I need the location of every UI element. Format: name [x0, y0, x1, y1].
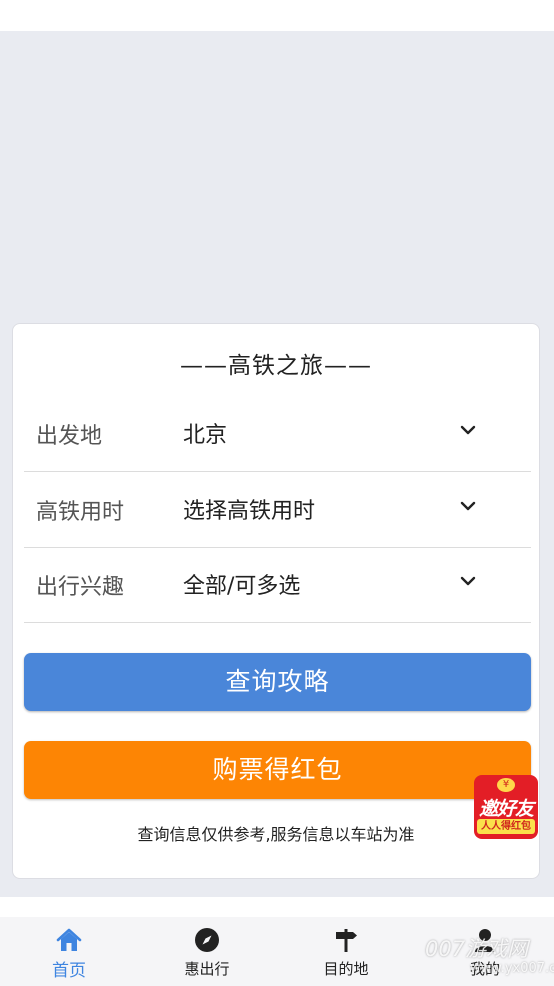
tabbar-divider [0, 897, 554, 917]
tab-destinations[interactable]: 目的地 [286, 917, 406, 986]
chevron-down-icon [460, 576, 476, 586]
disclaimer-text: 查询信息仅供参考,服务信息以车站为准 [137, 825, 415, 844]
travel-time-value: 选择高铁用时 [183, 499, 316, 524]
interest-select[interactable]: 出行兴趣 全部/可多选 [24, 547, 531, 623]
home-icon [56, 928, 82, 951]
departure-label: 出发地 [36, 424, 103, 449]
interest-label: 出行兴趣 [36, 575, 125, 600]
tab-destinations-label: 目的地 [323, 960, 369, 978]
departure-select[interactable]: 出发地 北京 [24, 396, 531, 472]
buy-ticket-button[interactable]: 购票得红包 [24, 741, 531, 799]
invite-friends-text: 邀好友 [478, 798, 534, 820]
tab-home-label: 首页 [52, 961, 86, 981]
compass-icon [195, 928, 219, 952]
watermark-text: 007游戏网 [425, 937, 529, 961]
travel-time-select[interactable]: 高铁用时 选择高铁用时 [24, 472, 531, 548]
departure-value: 北京 [183, 423, 228, 448]
travel-time-label: 高铁用时 [36, 500, 125, 525]
query-guide-button[interactable]: 查询攻略 [24, 653, 531, 711]
signpost-icon [336, 929, 357, 952]
interest-value: 全部/可多选 [183, 574, 301, 599]
coin-icon: ¥ [497, 778, 515, 792]
chevron-down-icon [460, 425, 476, 435]
tab-travel-deals[interactable]: 惠出行 [147, 917, 267, 986]
tab-travel-deals-label: 惠出行 [184, 960, 230, 978]
tab-home[interactable]: 首页 [9, 917, 129, 986]
top-bar [0, 0, 554, 31]
watermark-url: www.yx007.com [470, 961, 554, 976]
red-packet-text: 人人得红包 [477, 819, 535, 834]
card-title: ——高铁之旅—— [180, 353, 372, 379]
trip-search-card: ——高铁之旅—— 出发地 北京 高铁用时 选择高铁用时 出行兴趣 全部/可多选 … [12, 323, 540, 879]
chevron-down-icon [460, 501, 476, 511]
invite-friends-badge[interactable]: ¥ 邀好友 人人得红包 [474, 775, 538, 839]
